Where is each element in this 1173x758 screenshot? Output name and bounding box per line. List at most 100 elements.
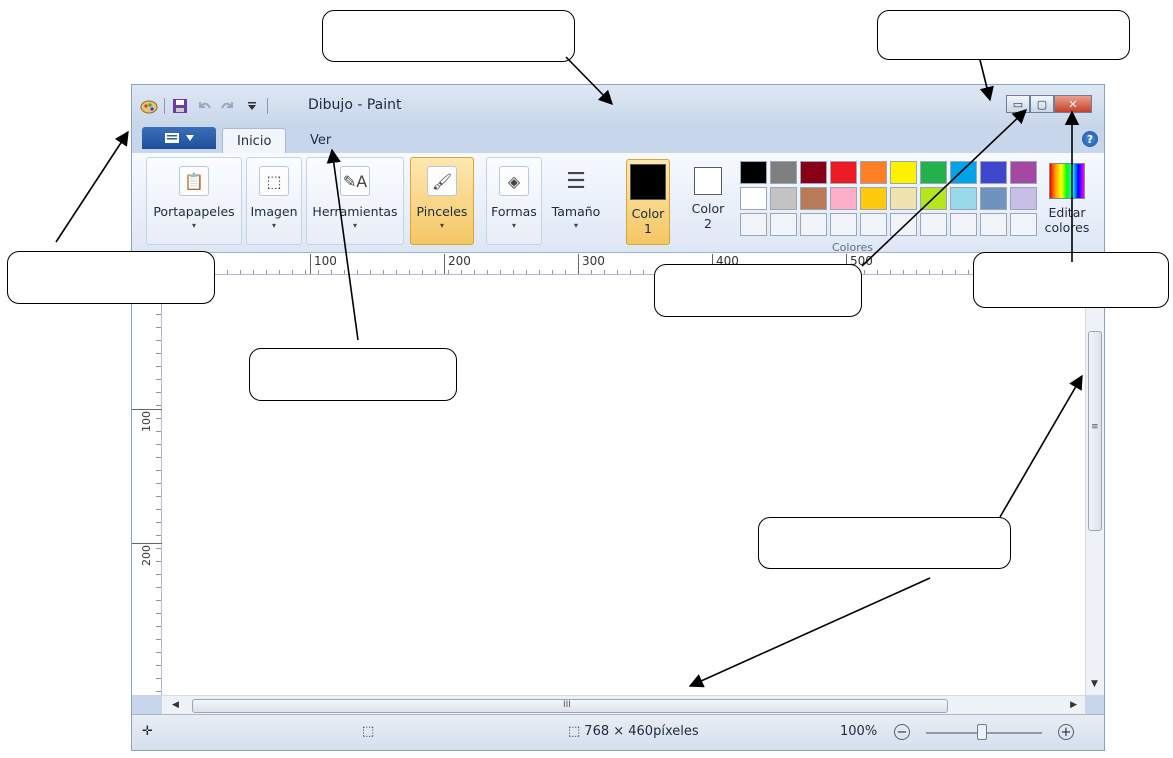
palette-color-swatch[interactable] (860, 187, 887, 210)
image-size-icon: ⬚ (568, 724, 581, 739)
palette-color-swatch[interactable] (890, 161, 917, 184)
palette-color-swatch[interactable] (860, 161, 887, 184)
chevron-down-icon: ▾ (573, 221, 578, 230)
save-icon[interactable] (171, 97, 189, 115)
tab-ver[interactable]: Ver (296, 128, 345, 153)
callout-paint-menu (7, 251, 215, 304)
image-size-text: 768 × 460píxeles (584, 724, 699, 739)
group-label: Imagen (250, 204, 298, 219)
palette-color-swatch[interactable] (950, 213, 977, 236)
edit-colors-label: Editar colores (1045, 205, 1090, 235)
palette-color-swatch[interactable] (740, 161, 767, 184)
palette-color-swatch[interactable] (800, 187, 827, 210)
color-spectrum-icon (1049, 163, 1085, 199)
ruler-mark: 100 (310, 254, 337, 274)
edit-colors-button[interactable]: Editar colores (1042, 159, 1092, 245)
palette-color-swatch[interactable] (770, 161, 797, 184)
vertical-scrollbar[interactable]: ▲ ≡ ▼ (1085, 275, 1104, 695)
vertical-ruler: 0 100 200 (132, 275, 162, 695)
selection-size-icon: ⬚ (362, 724, 375, 739)
palette-color-swatch[interactable] (740, 213, 767, 236)
horizontal-scroll-thumb[interactable]: III (192, 699, 948, 713)
palette-color-swatch[interactable] (1010, 187, 1037, 210)
callout-window-controls (877, 10, 1130, 60)
ruler-mark-label: 100 (140, 411, 153, 432)
callout-scrollbars (758, 517, 1011, 569)
maximize-button[interactable]: ▢ (1030, 95, 1054, 113)
title-bar[interactable]: Dibujo - Paint ▭ ▢ ✕ (132, 85, 1104, 125)
palette-color-swatch[interactable] (980, 213, 1007, 236)
scroll-down-icon[interactable]: ▼ (1091, 679, 1098, 689)
palette-color-swatch[interactable] (860, 213, 887, 236)
palette-color-swatch[interactable] (800, 161, 827, 184)
palette-color-swatch[interactable] (830, 187, 857, 210)
paint-menu-button[interactable] (142, 127, 216, 149)
palette-color-swatch[interactable] (980, 187, 1007, 210)
horizontal-scrollbar[interactable]: ◀ III ▶ (162, 695, 1085, 715)
palette-color-swatch[interactable] (770, 187, 797, 210)
palette-color-swatch[interactable] (920, 213, 947, 236)
color1-label: Color 1 (632, 206, 665, 236)
scroll-right-icon[interactable]: ▶ (1070, 700, 1077, 710)
ruler-mark: 200 (132, 543, 162, 566)
palette-color-swatch[interactable] (920, 161, 947, 184)
size-icon: ☰ (566, 168, 586, 194)
callout-close (973, 252, 1169, 308)
palette-color-swatch[interactable] (830, 213, 857, 236)
edit-colors-line2: colores (1044, 220, 1090, 235)
color1-label-line1: Color (631, 206, 665, 221)
ruler-mark: 300 (578, 254, 605, 274)
close-button[interactable]: ✕ (1054, 95, 1092, 113)
ribbon-tab-row: Inicio Ver ? (132, 125, 1104, 153)
zoom-out-button[interactable]: − (894, 724, 910, 740)
color-palette (740, 161, 1040, 236)
shapes-group[interactable]: ◈ Formas ▾ (486, 157, 542, 245)
help-icon[interactable]: ? (1082, 131, 1098, 147)
tools-group[interactable]: ✎A Herramientas ▾ (306, 157, 404, 245)
undo-icon[interactable] (195, 97, 213, 115)
palette-color-swatch[interactable] (920, 187, 947, 210)
palette-color-swatch[interactable] (1010, 161, 1037, 184)
window-controls: ▭ ▢ ✕ (1006, 95, 1092, 113)
scroll-left-icon[interactable]: ◀ (172, 700, 179, 710)
palette-color-swatch[interactable] (740, 187, 767, 210)
redo-icon[interactable] (219, 97, 237, 115)
edit-colors-line1: Editar (1048, 205, 1086, 220)
color2-button[interactable]: Color 2 (686, 159, 730, 245)
palette-color-swatch[interactable] (890, 187, 917, 210)
color2-label-line2: 2 (704, 216, 712, 231)
customize-qat-icon[interactable] (243, 97, 261, 115)
palette-color-swatch[interactable] (950, 187, 977, 210)
chevron-down-icon (186, 135, 194, 141)
palette-color-swatch[interactable] (1010, 213, 1037, 236)
palette-color-swatch[interactable] (830, 161, 857, 184)
paint-app-icon[interactable] (140, 97, 158, 115)
color1-button[interactable]: Color 1 (626, 159, 670, 245)
color1-swatch (630, 164, 666, 200)
qat-separator (164, 98, 165, 114)
group-label: Portapapeles (153, 204, 235, 219)
brushes-group[interactable]: 🖌 Pinceles ▾ (410, 157, 474, 245)
qat-separator (267, 98, 268, 114)
group-label: Pinceles (416, 204, 468, 219)
minimize-button[interactable]: ▭ (1006, 95, 1030, 113)
palette-color-swatch[interactable] (800, 213, 827, 236)
tab-inicio[interactable]: Inicio (222, 128, 287, 153)
size-group[interactable]: ☰ Tamaño ▾ (546, 157, 606, 245)
zoom-in-button[interactable]: + (1058, 724, 1074, 740)
brush-icon: 🖌 (427, 166, 457, 196)
palette-color-swatch[interactable] (770, 213, 797, 236)
zoom-slider-knob[interactable] (977, 724, 987, 740)
palette-color-swatch[interactable] (950, 161, 977, 184)
palette-color-swatch[interactable] (980, 161, 1007, 184)
palette-color-swatch[interactable] (890, 213, 917, 236)
window-title: Dibujo - Paint (308, 97, 402, 113)
vertical-scroll-thumb[interactable]: ≡ (1088, 331, 1102, 531)
image-group[interactable]: ⬚ Imagen ▾ (246, 157, 302, 245)
drawing-canvas[interactable] (162, 275, 1086, 695)
cursor-position-icon: ✛ (142, 724, 153, 739)
clipboard-group[interactable]: 📋 Portapapeles ▾ (146, 157, 242, 245)
ribbon: 📋 Portapapeles ▾ ⬚ Imagen ▾ ✎A Herramien… (132, 153, 1104, 254)
chevron-down-icon: ▾ (271, 221, 276, 230)
group-label: Herramientas (312, 204, 398, 219)
